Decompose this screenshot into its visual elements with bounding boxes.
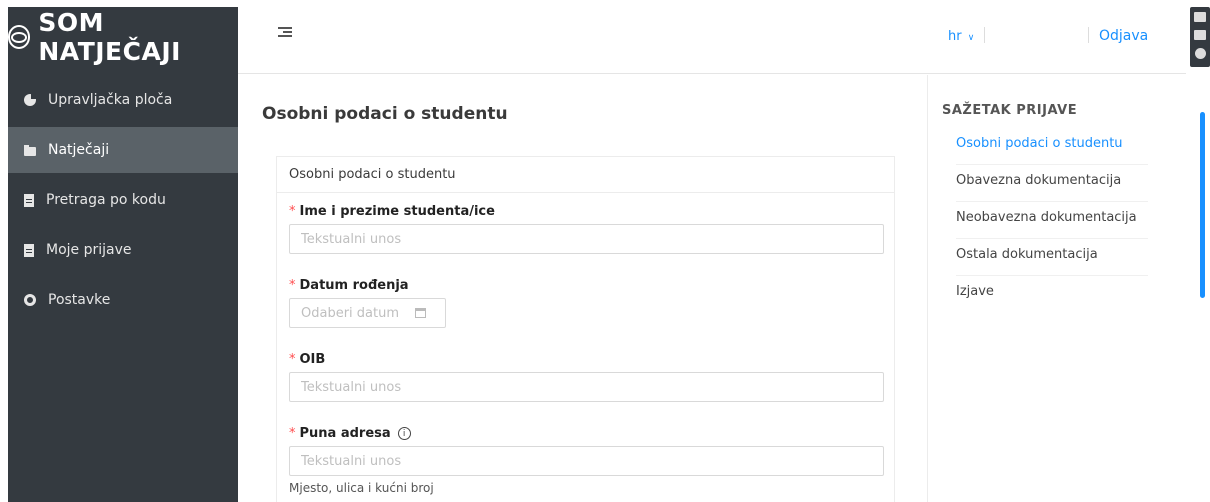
form-card: Osobni podaci o studentu * Ime i prezime… — [276, 156, 895, 502]
application-summary: SAŽETAK PRIJAVE Osobni podaci o studentu… — [942, 75, 1162, 312]
chevron-down-icon: ∨ — [967, 33, 975, 43]
sidebar-nav: Upravljačka ploča Natječaji Pretraga po … — [8, 77, 238, 323]
required-marker: * — [289, 278, 296, 293]
name-field: * Ime i prezime studenta/ice — [289, 204, 884, 254]
sidebar: SOM NATJEČAJI Upravljačka ploča Natječaj… — [8, 7, 238, 502]
card-title: Osobni podaci o studentu — [277, 157, 894, 193]
folder-open-icon — [24, 144, 36, 156]
field-label: * Puna adresa i — [289, 426, 884, 441]
file-text-icon — [24, 243, 34, 257]
sidebar-item-label: Natječaji — [48, 142, 110, 158]
required-marker: * — [289, 426, 296, 441]
sidebar-item-search-by-code[interactable]: Pretraga po kodu — [8, 177, 238, 223]
divider — [984, 27, 985, 43]
calendar-icon — [415, 308, 427, 318]
main-content: Osobni podaci o studentu Osobni podaci o… — [238, 75, 928, 502]
screenshot-icon[interactable] — [1194, 30, 1206, 40]
address-input[interactable] — [289, 446, 884, 476]
menu-toggle-icon[interactable] — [278, 27, 292, 39]
address-helper-text: Mjesto, ulica i kućni broj — [289, 481, 434, 495]
sidebar-item-label: Pretraga po kodu — [46, 192, 166, 208]
field-label: * Datum rođenja — [289, 278, 409, 293]
required-marker: * — [289, 204, 296, 219]
sidebar-item-label: Postavke — [48, 292, 111, 308]
sidebar-item-my-applications[interactable]: Moje prijave — [8, 227, 238, 273]
sidebar-item-natjecaji[interactable]: Natječaji — [8, 127, 238, 173]
field-label: * Ime i prezime studenta/ice — [289, 204, 495, 219]
gear-icon[interactable] — [1194, 48, 1206, 59]
summary-list: Osobni podaci o studentu Obavezna dokume… — [956, 128, 1148, 312]
summary-item-other-docs[interactable]: Ostala dokumentacija — [956, 239, 1148, 276]
logo-icon — [8, 25, 31, 49]
logout-link[interactable]: Odjava — [1099, 28, 1148, 44]
oib-input[interactable] — [289, 372, 884, 402]
scrollbar[interactable] — [1200, 112, 1205, 298]
summary-item-statements[interactable]: Izjave — [956, 276, 1148, 312]
sidebar-item-label: Moje prijave — [46, 242, 132, 258]
sidebar-item-dashboard[interactable]: Upravljačka ploča — [8, 77, 238, 123]
page-title: Osobni podaci o studentu — [262, 104, 508, 124]
file-icon — [24, 193, 34, 207]
brand-name: SOM NATJEČAJI — [38, 8, 181, 66]
oib-field: * OIB — [289, 352, 884, 402]
top-header: hr ∨ Odjava — [238, 7, 1186, 74]
field-label: * OIB — [289, 352, 326, 367]
brand-logo[interactable]: SOM NATJEČAJI — [8, 7, 238, 67]
sidebar-item-settings[interactable]: Postavke — [8, 277, 238, 323]
language-value: hr — [948, 29, 962, 44]
summary-item-mandatory-docs[interactable]: Obavezna dokumentacija — [956, 165, 1148, 202]
address-field: * Puna adresa i Mjesto, ulica i kućni br… — [289, 426, 884, 495]
date-picker[interactable]: Odaberi datum — [289, 298, 446, 328]
summary-title: SAŽETAK PRIJAVE — [942, 103, 1078, 118]
video-icon[interactable] — [1194, 12, 1206, 22]
divider — [1088, 27, 1089, 43]
dob-field: * Datum rođenja Odaberi datum — [289, 278, 446, 328]
sidebar-item-label: Upravljačka ploča — [48, 92, 173, 108]
full-name-input[interactable] — [289, 224, 884, 254]
required-marker: * — [289, 352, 296, 367]
pie-chart-icon — [24, 93, 37, 106]
gear-icon — [24, 294, 36, 306]
floating-toolbar — [1190, 7, 1210, 67]
summary-item-optional-docs[interactable]: Neobavezna dokumentacija — [956, 202, 1148, 239]
summary-item-personal-data[interactable]: Osobni podaci o studentu — [956, 128, 1148, 165]
info-icon[interactable]: i — [397, 427, 411, 440]
language-selector[interactable]: hr ∨ — [948, 29, 974, 44]
